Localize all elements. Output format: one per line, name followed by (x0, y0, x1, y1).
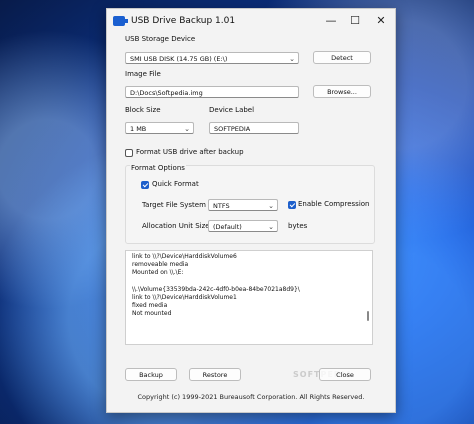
minimize-button[interactable]: — (319, 9, 343, 33)
device-label-value: SOFTPEDIA (214, 125, 251, 133)
allocation-unit-bytes: bytes (288, 222, 308, 230)
log-line: Not mounted (132, 310, 172, 318)
backup-button[interactable]: Backup (125, 368, 177, 381)
storage-device-value: SMI USB DISK (14.75 GB) (E:\) (130, 55, 228, 63)
quick-format-label: Quick Format (152, 180, 199, 188)
format-after-backup-checkbox[interactable] (125, 149, 133, 157)
device-label-input[interactable]: SOFTPEDIA (209, 122, 299, 134)
image-file-value: D:\Docs\Softpedia.img (130, 89, 203, 97)
log-scrollbar[interactable] (367, 311, 369, 321)
restore-button[interactable]: Restore (189, 368, 241, 381)
maximize-button[interactable]: ☐ (343, 9, 367, 33)
target-fs-label: Target File System (142, 201, 206, 209)
browse-button[interactable]: Browse... (313, 85, 371, 98)
log-line: Mounted on \\.\E: (132, 269, 184, 277)
image-file-label: Image File (125, 70, 161, 78)
allocation-unit-value: (Default) (213, 223, 242, 231)
chevron-down-icon: ⌄ (268, 223, 274, 231)
detect-button[interactable]: Detect (313, 51, 371, 64)
chevron-down-icon: ⌄ (268, 202, 274, 210)
target-fs-select[interactable]: NTFS ⌄ (208, 199, 278, 211)
title-bar[interactable]: USB Drive Backup 1.01 — ☐ ✕ (107, 9, 395, 33)
format-options-title: Format Options (130, 164, 186, 172)
log-line: link to \\?\Device\HarddiskVolume1 (132, 293, 237, 301)
storage-device-select[interactable]: SMI USB DISK (14.75 GB) (E:\) ⌄ (125, 52, 299, 64)
window-title: USB Drive Backup 1.01 (131, 16, 236, 26)
block-size-select[interactable]: 1 MB ⌄ (125, 122, 194, 134)
copyright-footer: Copyright (c) 1999-2021 Bureausoft Corpo… (137, 393, 365, 401)
log-line: link to \\?\Device\HarddiskVolume6 (132, 253, 237, 260)
allocation-unit-select[interactable]: (Default) ⌄ (208, 220, 278, 232)
target-fs-value: NTFS (213, 202, 230, 210)
chevron-down-icon: ⌄ (289, 55, 295, 63)
app-window: USB Drive Backup 1.01 — ☐ ✕ USB Storage … (106, 8, 396, 413)
chevron-down-icon: ⌄ (184, 125, 190, 133)
log-line: fixed media (132, 302, 168, 310)
log-line: \\.\Volume{33539bda-242c-4df0-b0ea-84be7… (132, 285, 300, 293)
image-file-input[interactable]: D:\Docs\Softpedia.img (125, 86, 299, 98)
log-output[interactable]: link to \\?\Device\HarddiskVolume6 remov… (125, 250, 373, 345)
format-options-group: Format Options Quick Format Target File … (125, 164, 375, 244)
block-size-value: 1 MB (130, 125, 147, 133)
log-line: removeable media (132, 261, 189, 269)
close-button[interactable]: Close (319, 368, 371, 381)
block-size-label: Block Size (125, 106, 161, 114)
device-label-label: Device Label (209, 106, 255, 114)
close-window-button[interactable]: ✕ (369, 9, 393, 33)
quick-format-checkbox[interactable] (141, 181, 149, 189)
usb-drive-icon (113, 16, 128, 26)
storage-label: USB Storage Device (125, 35, 196, 43)
enable-compression-label: Enable Compression (298, 200, 370, 208)
allocation-unit-label: Allocation Unit Size (142, 222, 210, 230)
format-after-backup-label: Format USB drive after backup (136, 148, 244, 156)
enable-compression-checkbox[interactable] (288, 201, 296, 209)
